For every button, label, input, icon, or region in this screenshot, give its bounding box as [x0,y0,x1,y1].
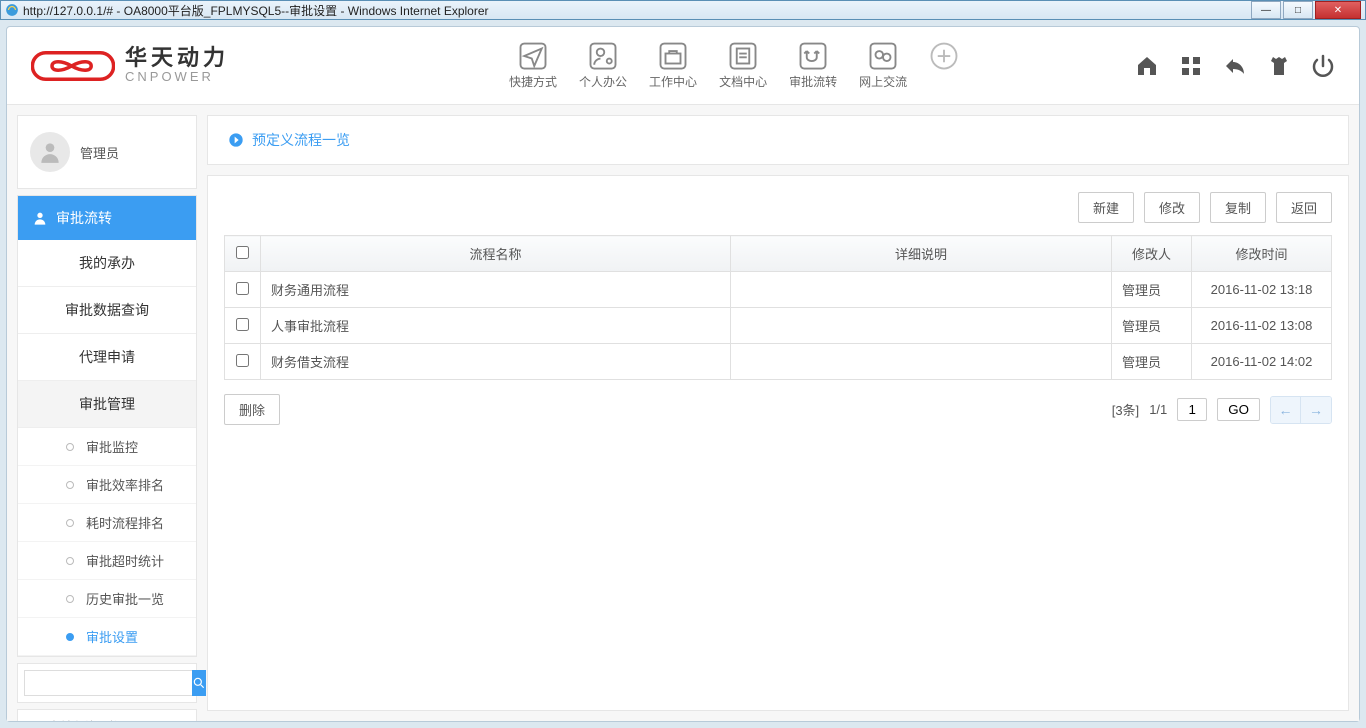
pager-prev-button[interactable]: ← [1271,397,1301,423]
row-checkbox[interactable] [236,282,249,295]
logo-mark-icon [31,48,115,84]
logo: 华天动力 CNPOWER [31,47,229,85]
nav-work[interactable]: 工作中心 [649,41,697,90]
back-button[interactable]: 返回 [1276,192,1332,223]
sub-history[interactable]: 历史审批一览 [18,580,196,618]
chat-icon [868,41,898,71]
logo-text-en: CNPOWER [125,69,229,85]
window-titlebar: http://127.0.0.1/# - OA8000平台版_FPLMYSQL5… [0,0,1366,20]
footer-bar: 删除 [3条] 1/1 GO ← → [224,394,1332,425]
online-users: 当前在线人数 1人 [17,709,197,721]
briefcase-icon [658,41,688,71]
search-icon [192,676,206,690]
sidebar: 管理员 审批流转 我的承办 审批数据查询 代理申请 审批管理 审批监控 审批效率… [17,115,197,711]
user-name: 管理员 [80,143,119,162]
delete-button[interactable]: 删除 [224,394,280,425]
table-row: 财务借支流程 管理员 2016-11-02 14:02 [225,344,1332,380]
th-time: 修改时间 [1192,236,1332,272]
menu-item-proxy-apply[interactable]: 代理申请 [18,334,196,381]
th-checkbox [225,236,261,272]
sub-settings[interactable]: 审批设置 [18,618,196,656]
nav-quick[interactable]: 快捷方式 [509,41,557,90]
app-header: 华天动力 CNPOWER 快捷方式 个人办公 工作中心 文档中心 [7,27,1359,105]
power-icon[interactable] [1311,54,1335,78]
sub-time-rank[interactable]: 耗时流程排名 [18,504,196,542]
avatar [30,132,70,172]
table-row: 财务通用流程 管理员 2016-11-02 13:18 [225,272,1332,308]
content: 预定义流程一览 新建 修改 复制 返回 流程名称 详细说明 修改人 [207,115,1349,711]
users-icon [28,720,42,722]
th-modifier: 修改人 [1112,236,1192,272]
search-box [17,663,197,703]
sidebar-menu: 审批流转 我的承办 审批数据查询 代理申请 审批管理 审批监控 审批效率排名 耗… [17,195,197,657]
panel-body: 新建 修改 复制 返回 流程名称 详细说明 修改人 修改时间 [207,175,1349,711]
row-checkbox[interactable] [236,354,249,367]
pager: [3条] 1/1 GO ← → [1112,396,1332,424]
pager-input[interactable] [1177,398,1207,421]
table-row: 人事审批流程 管理员 2016-11-02 13:08 [225,308,1332,344]
nav-right [1135,54,1335,78]
user-gear-icon [588,41,618,71]
logo-text-cn: 华天动力 [125,47,229,69]
nav-center: 快捷方式 个人办公 工作中心 文档中心 审批流转 网上交流 [509,41,959,90]
sub-monitor[interactable]: 审批监控 [18,428,196,466]
reply-icon[interactable] [1223,54,1247,78]
pager-next-button[interactable]: → [1301,397,1331,423]
arrow-circle-icon [228,132,244,148]
grid-icon[interactable] [1179,54,1203,78]
new-button[interactable]: 新建 [1078,192,1134,223]
pager-go-button[interactable]: GO [1217,398,1260,421]
app-window: 华天动力 CNPOWER 快捷方式 个人办公 工作中心 文档中心 [6,26,1360,722]
user-card: 管理员 [17,115,197,189]
th-name: 流程名称 [261,236,731,272]
shirt-icon[interactable] [1267,54,1291,78]
nav-approval[interactable]: 审批流转 [789,41,837,90]
flow-icon [798,41,828,71]
sub-efficiency[interactable]: 审批效率排名 [18,466,196,504]
search-button[interactable] [192,670,206,696]
row-checkbox[interactable] [236,318,249,331]
home-icon[interactable] [1135,54,1159,78]
user-icon [37,139,63,165]
nav-add[interactable] [929,41,959,90]
menu-item-my-handle[interactable]: 我的承办 [18,240,196,287]
select-all-checkbox[interactable] [236,246,249,259]
nav-chat[interactable]: 网上交流 [859,41,907,90]
window-title: http://127.0.0.1/# - OA8000平台版_FPLMYSQL5… [23,2,1249,19]
paper-plane-icon [518,41,548,71]
nav-docs[interactable]: 文档中心 [719,41,767,90]
plus-circle-icon [929,41,959,71]
nav-personal[interactable]: 个人办公 [579,41,627,90]
document-icon [728,41,758,71]
menu-item-data-query[interactable]: 审批数据查询 [18,287,196,334]
search-input[interactable] [24,670,192,696]
pager-pages: 1/1 [1149,402,1167,417]
menu-header-approval[interactable]: 审批流转 [18,196,196,240]
pager-total: [3条] [1112,400,1139,419]
window-minimize-button[interactable]: — [1251,1,1281,19]
copy-button[interactable]: 复制 [1210,192,1266,223]
action-bar: 新建 修改 复制 返回 [224,192,1332,223]
window-close-button[interactable]: ✕ [1315,1,1361,19]
th-desc: 详细说明 [731,236,1112,272]
sub-timeout[interactable]: 审批超时统计 [18,542,196,580]
menu-group-manage[interactable]: 审批管理 [18,381,196,428]
edit-button[interactable]: 修改 [1144,192,1200,223]
ie-icon [5,3,19,17]
user-small-icon [32,210,48,226]
panel-title: 预定义流程一览 [207,115,1349,165]
window-maximize-button[interactable]: □ [1283,1,1313,19]
process-table: 流程名称 详细说明 修改人 修改时间 财务通用流程 管理员 2016-11- [224,235,1332,380]
